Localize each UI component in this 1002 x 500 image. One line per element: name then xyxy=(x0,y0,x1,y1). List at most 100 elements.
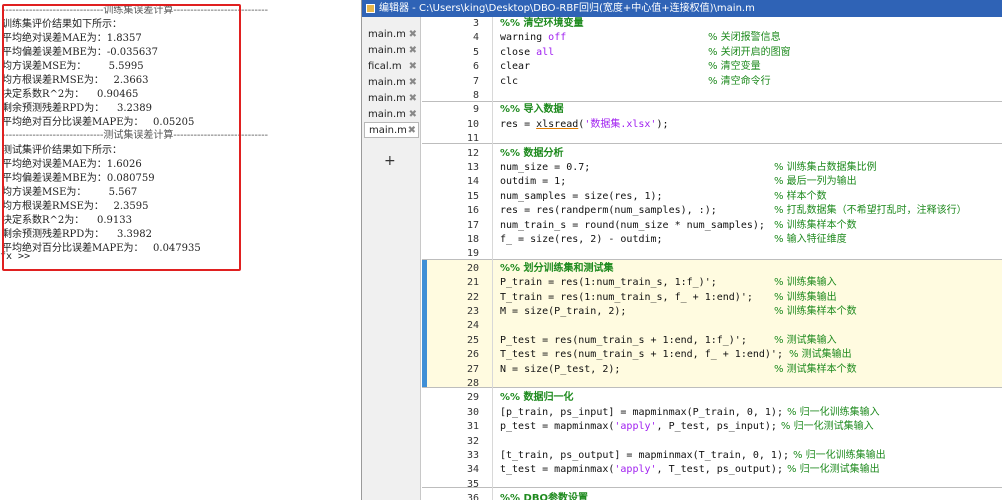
code-line[interactable]: 31 p_test = mapminmax('apply', P_test, ps… xyxy=(422,420,1002,434)
code-text: num_size = 0.7; xyxy=(500,162,591,173)
line-number: 31 xyxy=(466,421,479,433)
line-number: 5 xyxy=(472,46,479,58)
test-mape: 平均绝对百分比误差MAPE为： 0.047935 xyxy=(2,243,201,254)
code-line[interactable]: 9 %% 导入数据 xyxy=(422,103,1002,117)
tab-label: main.m xyxy=(368,29,406,40)
line-number: 10 xyxy=(466,118,479,130)
code-line[interactable]: 29 %% 数据归一化 xyxy=(422,391,1002,405)
code-line[interactable]: 8 xyxy=(422,89,1002,103)
code-text: %% 划分训练集和测试集 xyxy=(500,262,614,274)
tab-fical[interactable]: fical.m ✖ xyxy=(364,59,419,75)
close-icon[interactable]: ✖ xyxy=(409,75,417,91)
line-number: 3 xyxy=(472,18,479,29)
command-prompt[interactable]: fx >> xyxy=(0,250,30,264)
code-line[interactable]: 14 outdim = 1; % 最后一列为输出 xyxy=(422,175,1002,189)
test-r2: 决定系数R^2为： 0.9133 xyxy=(2,215,132,226)
code-line[interactable]: 12 %% 数据分析 xyxy=(422,147,1002,161)
code-text: f_ = size(res, 2) - outdim; xyxy=(500,234,663,245)
code-line[interactable]: 21 P_train = res(1:num_train_s, 1:f_)'; % … xyxy=(422,276,1002,290)
close-icon[interactable]: ✖ xyxy=(409,59,417,75)
code-text: %% 导入数据 xyxy=(500,104,564,116)
code-line[interactable]: 19 xyxy=(422,247,1002,261)
code-line[interactable]: 16 res = res(randperm(num_samples), :); % … xyxy=(422,204,1002,218)
tab-main-1[interactable]: main.m ✖ xyxy=(364,27,419,43)
line-number: 24 xyxy=(466,320,479,332)
tab-label: main.m xyxy=(368,109,406,120)
command-window[interactable]: ------------------------------训练集误差计算---… xyxy=(0,0,360,500)
code-area[interactable]: 3 %% 清空环境变量 4 warning off % 关闭报警信息 5 close all… xyxy=(422,17,1002,500)
tab-main-4[interactable]: main.m ✖ xyxy=(364,91,419,107)
code-line[interactable]: 6 clear % 清空变量 xyxy=(422,60,1002,74)
test-mae: 平均绝对误差MAE为：1.6026 xyxy=(2,159,142,170)
code-text: P_test = res(num_train_s + 1:end, 1:f_)'… xyxy=(500,334,747,346)
close-icon[interactable]: ✖ xyxy=(409,43,417,59)
code-text: %% 数据分析 xyxy=(500,147,564,159)
close-icon[interactable]: ✖ xyxy=(409,91,417,107)
code-line[interactable]: 5 close all % 关闭开启的图窗 xyxy=(422,46,1002,60)
tab-label: main.m xyxy=(368,45,406,56)
code-line[interactable]: 22 T_train = res(1:num_train_s, f_ + 1:en… xyxy=(422,291,1002,305)
code-line[interactable]: 36 %% DBO参数设置 xyxy=(422,492,1002,500)
line-number: 13 xyxy=(466,162,479,173)
code-text: T_train = res(1:num_train_s, f_ + 1:end)… xyxy=(500,291,753,303)
code-text: [t_train, ps_output] = mapminmax(T_train… xyxy=(500,450,789,461)
code-text: %% 数据归一化 xyxy=(500,392,574,404)
code-line[interactable]: 13 num_size = 0.7; % 训练集占数据集比例 xyxy=(422,161,1002,175)
line-number: 18 xyxy=(466,234,479,245)
code-line[interactable]: 24 xyxy=(422,319,1002,333)
code-line[interactable]: 4 warning off % 关闭报警信息 xyxy=(422,31,1002,45)
code-line[interactable]: 28 xyxy=(422,377,1002,391)
line-number: 17 xyxy=(466,219,479,231)
line-number: 21 xyxy=(466,277,479,289)
code-comment: % 归一化测试集输入 xyxy=(780,421,874,433)
test-mse: 均方误差MSE为： 5.567 xyxy=(2,187,138,198)
tab-main-active[interactable]: main.m ✖ xyxy=(364,122,419,138)
line-number: 25 xyxy=(466,334,479,346)
code-text: P_train = res(1:num_train_s, 1:f_)'; xyxy=(500,277,717,289)
code-comment: % 打乱数据集（不希望打乱时，注释该行） xyxy=(774,205,967,217)
code-comment: % 测试集样本个数 xyxy=(774,363,857,375)
code-line[interactable]: 15 num_samples = size(res, 1); % 样本个数 xyxy=(422,190,1002,204)
code-comment: % 训练集输出 xyxy=(774,291,837,303)
line-number: 22 xyxy=(466,291,479,303)
code-comment: % 关闭报警信息 xyxy=(708,32,781,44)
close-icon[interactable]: ✖ xyxy=(409,27,417,43)
test-result-line: 测试集评价结果如下所示： xyxy=(2,145,122,156)
code-line[interactable]: 11 xyxy=(422,132,1002,146)
line-number: 33 xyxy=(466,450,479,461)
code-text: p_test = mapminmax('apply', P_test, ps_i… xyxy=(500,421,777,433)
code-line[interactable]: 17 num_train_s = round(num_size * num_sam… xyxy=(422,219,1002,233)
tab-label: main.m xyxy=(369,125,407,136)
editor-app-icon xyxy=(366,4,375,13)
code-line[interactable]: 34 t_test = mapminmax('apply', T_test, ps… xyxy=(422,463,1002,477)
code-line[interactable]: 35 xyxy=(422,478,1002,492)
code-text: clc xyxy=(500,75,519,87)
line-number: 11 xyxy=(466,133,479,145)
code-line[interactable]: 3 %% 清空环境变量 xyxy=(422,17,1002,31)
code-text: clear xyxy=(500,61,531,73)
code-text: [p_train, ps_input] = mapminmax(P_train,… xyxy=(500,406,783,418)
add-tab-button[interactable]: + xyxy=(384,153,396,169)
tab-main-5[interactable]: main.m ✖ xyxy=(364,107,419,123)
code-line[interactable]: 33 [t_train, ps_output] = mapminmax(T_tra… xyxy=(422,449,1002,463)
code-line[interactable]: 7 clc % 清空命令行 xyxy=(422,75,1002,89)
tab-main-2[interactable]: main.m ✖ xyxy=(364,43,419,59)
code-line[interactable]: 30 [p_train, ps_input] = mapminmax(P_trai… xyxy=(422,406,1002,420)
code-line[interactable]: 23 M = size(P_train, 2); % 训练集样本个数 xyxy=(422,305,1002,319)
code-line[interactable]: 25 P_test = res(num_train_s + 1:end, 1:f_… xyxy=(422,334,1002,348)
code-line[interactable]: 26 T_test = res(num_train_s + 1:end, f_ +… xyxy=(422,348,1002,362)
line-number: 36 xyxy=(466,493,479,500)
code-comment: % 最后一列为输出 xyxy=(774,176,857,188)
editor-titlebar: 编辑器 - C:\Users\king\Desktop\DBO-RBF回归(宽度… xyxy=(362,0,1002,17)
code-line[interactable]: 18 f_ = size(res, 2) - outdim; % 输入特征维度 xyxy=(422,233,1002,247)
close-icon[interactable]: ✖ xyxy=(408,123,416,139)
code-line[interactable]: 10 res = xlsread('数据集.xlsx'); xyxy=(422,118,1002,132)
code-line[interactable]: 27 N = size(P_test, 2); % 测试集样本个数 xyxy=(422,363,1002,377)
code-line[interactable]: 32 xyxy=(422,435,1002,449)
close-icon[interactable]: ✖ xyxy=(409,107,417,123)
train-rpd: 剩余预测残差RPD为： 3.2389 xyxy=(2,103,152,114)
tab-label: main.m xyxy=(368,93,406,104)
code-line[interactable]: 20 %% 划分训练集和测试集 xyxy=(422,262,1002,276)
code-text: T_test = res(num_train_s + 1:end, f_ + 1… xyxy=(500,349,783,361)
tab-main-3[interactable]: main.m ✖ xyxy=(364,75,419,91)
